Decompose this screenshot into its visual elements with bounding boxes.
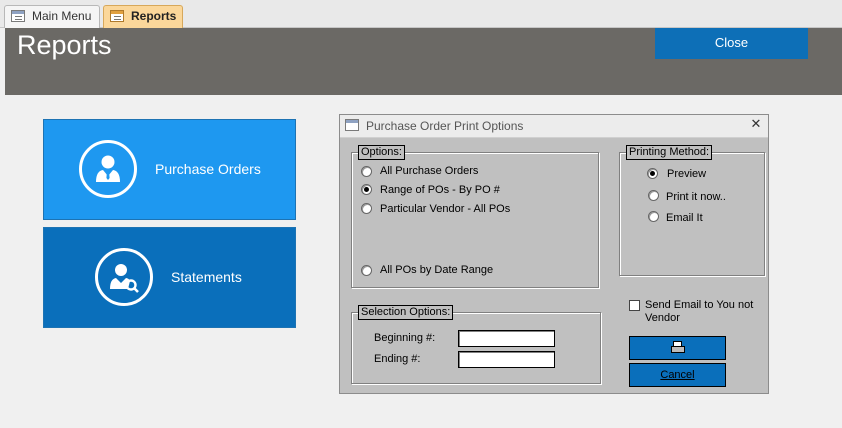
printer-icon <box>671 341 685 354</box>
option-particular-vendor-radio[interactable] <box>361 203 372 214</box>
option-date-range-radio[interactable] <box>361 265 372 276</box>
option-particular-vendor-label: Particular Vendor - All POs <box>380 203 511 215</box>
dialog-title: Purchase Order Print Options <box>366 119 524 133</box>
close-button[interactable]: Close <box>655 28 808 59</box>
statements-label: Statements <box>171 269 242 285</box>
tab-main-menu-label: Main Menu <box>32 9 92 23</box>
preview-radio[interactable] <box>647 168 658 179</box>
printing-method-legend: Printing Method: <box>626 145 713 160</box>
tab-reports[interactable]: Reports <box>103 5 183 28</box>
tab-main-menu[interactable]: Main Menu <box>4 5 100 28</box>
page-title: Reports <box>17 30 112 60</box>
beginning-number-label: Beginning #: <box>374 332 436 344</box>
form-icon <box>345 119 359 131</box>
cancel-button-label: Cancel <box>660 369 695 381</box>
option-range-of-pos-label: Range of POs - By PO # <box>380 184 500 196</box>
statements-button[interactable]: Statements <box>43 227 296 328</box>
send-email-checkbox[interactable] <box>629 300 640 311</box>
email-it-radio[interactable] <box>648 211 659 222</box>
option-range-of-pos-radio[interactable] <box>361 184 372 195</box>
send-email-label: Send Email to You not Vendor <box>645 299 754 324</box>
dialog-titlebar: Purchase Order Print Options ✕ <box>340 115 768 138</box>
selection-options-group: Selection Options: <box>351 305 601 384</box>
purchase-order-print-options-dialog: Purchase Order Print Options ✕ Options: … <box>339 114 769 394</box>
print-now-radio[interactable] <box>648 190 659 201</box>
purchase-orders-button[interactable]: Purchase Orders <box>43 119 296 220</box>
print-button[interactable] <box>629 336 726 360</box>
ending-number-input[interactable] <box>458 351 555 368</box>
ending-number-label: Ending #: <box>374 353 421 365</box>
document-tab-strip: Main Menu Reports <box>0 0 842 28</box>
tab-reports-label: Reports <box>131 9 177 23</box>
person-search-icon <box>95 248 153 306</box>
options-legend: Options: <box>358 145 405 160</box>
email-it-label: Email It <box>666 212 703 224</box>
form-header: Reports Close <box>5 28 842 95</box>
person-icon <box>79 140 137 198</box>
selection-options-legend: Selection Options: <box>358 305 454 320</box>
form-icon <box>110 10 124 22</box>
purchase-orders-label: Purchase Orders <box>155 161 261 177</box>
beginning-number-input[interactable] <box>458 330 555 347</box>
close-icon[interactable]: ✕ <box>749 118 763 132</box>
form-icon <box>11 10 25 22</box>
cancel-button[interactable]: Cancel <box>629 363 726 387</box>
preview-label: Preview <box>667 168 707 180</box>
option-all-purchase-orders-radio[interactable] <box>361 166 372 177</box>
print-now-label: Print it now.. <box>666 191 726 203</box>
option-date-range-label: All POs by Date Range <box>380 264 494 276</box>
option-all-purchase-orders-label: All Purchase Orders <box>380 165 479 177</box>
